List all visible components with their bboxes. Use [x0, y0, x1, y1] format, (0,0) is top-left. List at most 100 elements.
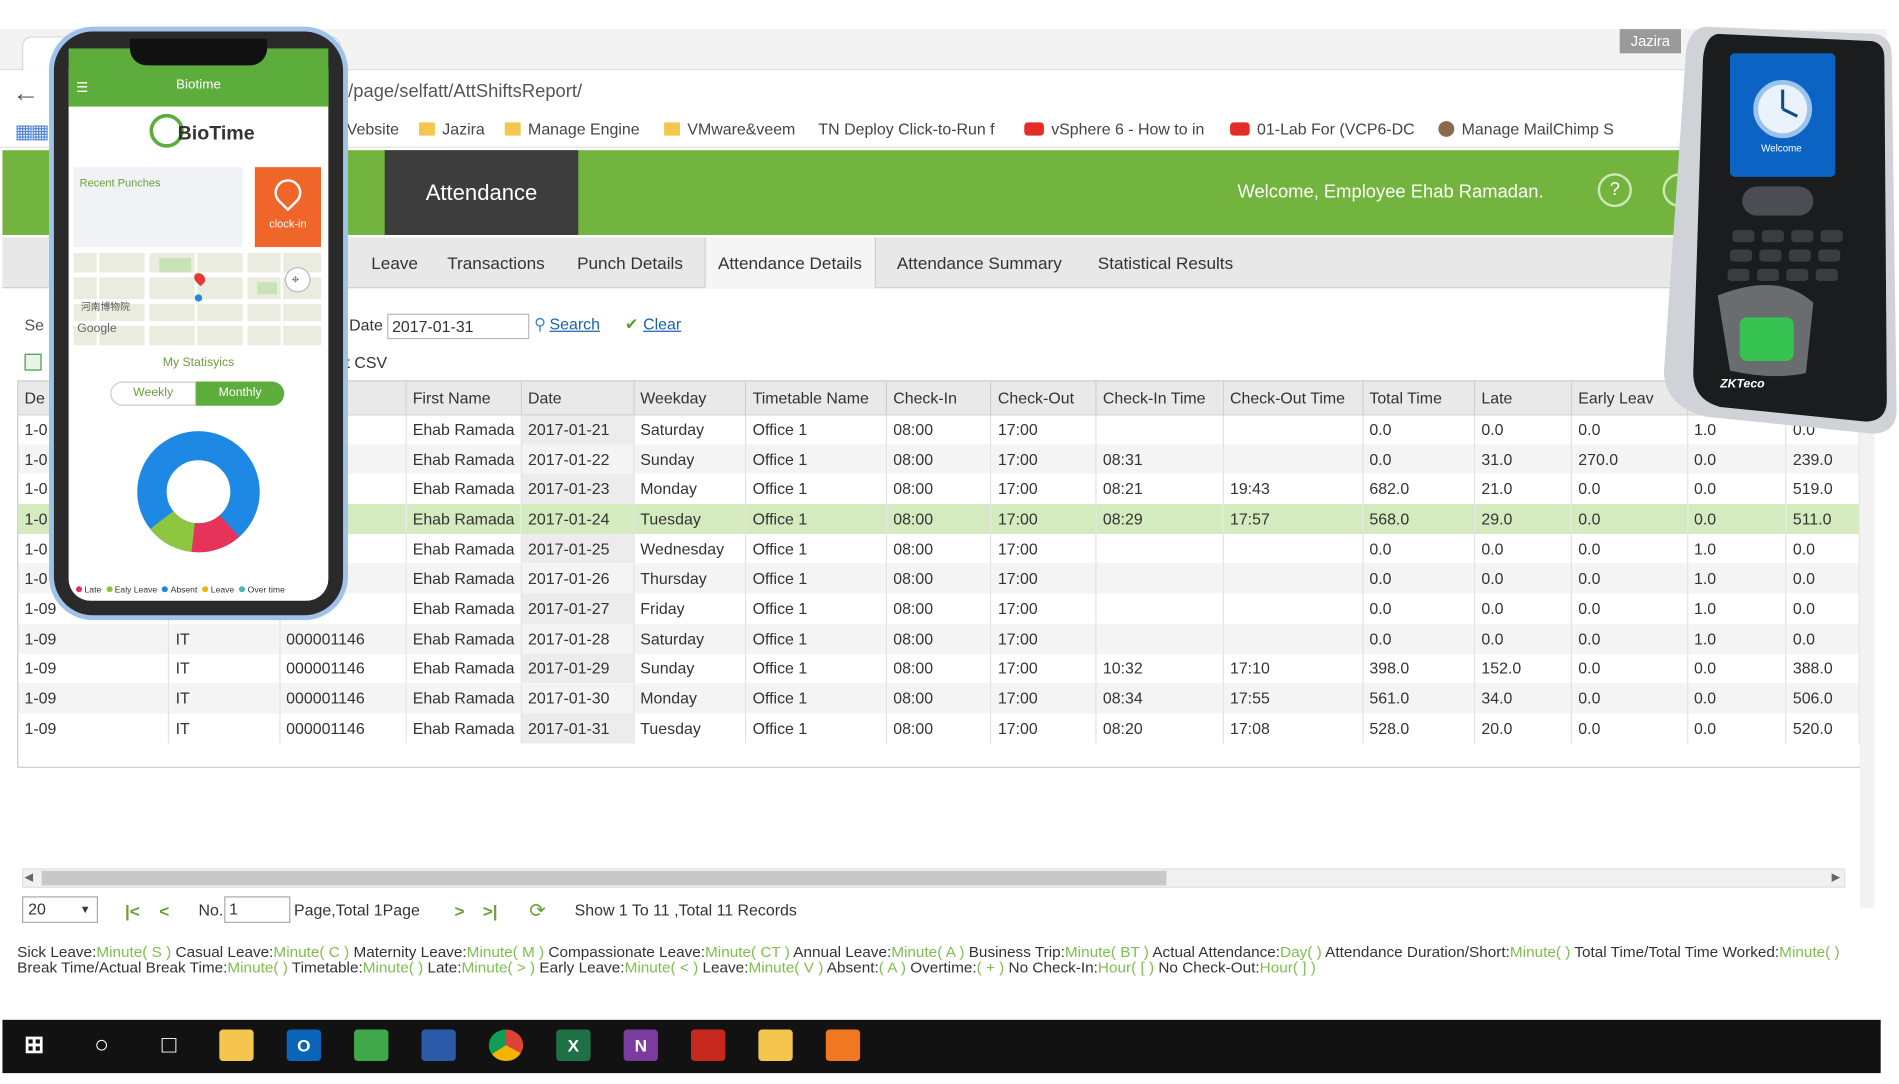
- column-header[interactable]: Late: [1474, 381, 1573, 415]
- table-row[interactable]: 1-09 IT 000001146 Ehab Ramada 2017-01-31 Tues…: [18, 713, 1860, 744]
- file-explorer-icon[interactable]: [219, 1029, 254, 1062]
- submenu-attendance-details[interactable]: Attendance Details: [704, 237, 876, 289]
- bookmark-item[interactable]: VMware&veem: [664, 120, 795, 138]
- bookmark-item[interactable]: vSphere 6 - How to in: [1024, 120, 1204, 138]
- vertical-scrollbar[interactable]: [1859, 411, 1875, 909]
- task-view-icon[interactable]: □: [152, 1030, 186, 1061]
- bookmark-item[interactable]: 01-Lab For (VCP6-DC: [1230, 120, 1415, 138]
- prev-page-button[interactable]: <: [159, 901, 169, 920]
- table-cell: 0.0: [1571, 713, 1688, 744]
- table-cell: Monday: [633, 683, 747, 714]
- folder-icon[interactable]: [758, 1029, 793, 1062]
- bookmark-item[interactable]: Manage Engine: [504, 120, 640, 138]
- outlook-icon[interactable]: O: [286, 1029, 322, 1062]
- bookmark-item[interactable]: TN Deploy Click-to-Run f: [818, 120, 994, 138]
- page-size-select[interactable]: 20 ▼: [22, 896, 99, 923]
- table-cell: 08:00: [886, 533, 992, 564]
- scrollbar-thumb[interactable]: [41, 870, 1167, 886]
- column-header[interactable]: Total Time: [1362, 381, 1476, 415]
- table-cell: 0.0: [1571, 503, 1688, 534]
- table-cell: 0.0: [1687, 713, 1787, 744]
- search-button[interactable]: ⚲ Search: [534, 315, 600, 334]
- table-cell: 08:00: [886, 414, 992, 445]
- table-cell: [1096, 563, 1224, 594]
- locate-me-icon[interactable]: ⌖: [292, 273, 300, 289]
- submenu-leave[interactable]: Leave: [359, 237, 430, 288]
- page-total-text: Page,Total 1Page: [294, 901, 420, 920]
- recent-punches-card[interactable]: Recent Punches: [73, 167, 243, 248]
- legend-unit: Minute( ): [227, 959, 288, 977]
- bookmark-item[interactable]: Manage MailChimp S: [1438, 120, 1614, 138]
- column-header[interactable]: Date: [521, 381, 635, 415]
- table-cell: Friday: [633, 593, 747, 624]
- bookmark-item[interactable]: Vebsite: [347, 120, 399, 138]
- excel-sync-icon[interactable]: [354, 1029, 389, 1062]
- app-icon[interactable]: [825, 1029, 861, 1062]
- export-csv-button[interactable]: t CSV: [346, 354, 388, 372]
- table-cell: IT: [168, 683, 281, 714]
- last-page-button[interactable]: >|: [483, 901, 498, 920]
- first-page-button[interactable]: |<: [125, 901, 140, 920]
- table-cell: [1223, 444, 1364, 475]
- table-row[interactable]: 1-09 IT 000001146 Ehab Ramada 2017-01-29 Sund…: [18, 653, 1860, 684]
- table-cell: IT: [168, 653, 281, 684]
- csv-icon[interactable]: [24, 353, 42, 371]
- chrome-icon[interactable]: [488, 1029, 524, 1062]
- submenu-statistical-results[interactable]: Statistical Results: [1086, 237, 1246, 288]
- bookmark-item[interactable]: Jazira: [419, 120, 485, 138]
- module-tab-attendance[interactable]: Attendance: [384, 150, 579, 235]
- table-cell: 0.0: [1474, 623, 1573, 654]
- apps-grid-icon[interactable]: ▦▦: [15, 120, 50, 144]
- youtube-icon: [1230, 122, 1250, 136]
- next-page-button[interactable]: >: [455, 901, 465, 920]
- table-cell: 000001146: [279, 623, 407, 654]
- taskbar: [2, 1019, 1881, 1074]
- column-header[interactable]: Weekday: [633, 381, 747, 415]
- onenote-icon[interactable]: N: [623, 1029, 658, 1062]
- table-row[interactable]: 1-09 IT 000001146 Ehab Ramada 2017-01-30 Mond…: [18, 683, 1860, 714]
- remote-desktop-icon[interactable]: [421, 1029, 456, 1062]
- table-cell: 17:00: [991, 713, 1097, 744]
- back-arrow-icon[interactable]: ←: [12, 78, 39, 109]
- column-header[interactable]: Check-In Time: [1096, 381, 1224, 415]
- column-header[interactable]: First Name: [405, 381, 522, 415]
- table-cell: Sunday: [633, 653, 747, 684]
- table-cell: 21.0: [1474, 474, 1573, 504]
- table-cell: 000001146: [279, 683, 407, 714]
- table-cell: Saturday: [633, 623, 747, 654]
- table-cell: 0.0: [1362, 623, 1476, 654]
- scroll-right-icon[interactable]: ▶: [1832, 871, 1840, 884]
- legend-unit: Minute( C ): [273, 943, 350, 961]
- table-cell: Sunday: [633, 444, 747, 475]
- submenu-transactions[interactable]: Transactions: [435, 237, 557, 288]
- date-input[interactable]: [387, 313, 530, 340]
- url-text[interactable]: t/page/selfatt/AttShiftsReport/: [343, 81, 582, 102]
- legend-text: Sick Leave:Minute( S ) Casual Leave:Minu…: [17, 943, 1861, 977]
- scroll-left-icon[interactable]: ◀: [25, 871, 33, 884]
- filter-label: Se: [24, 316, 44, 335]
- submenu-punch-details[interactable]: Punch Details: [565, 237, 695, 288]
- refresh-icon[interactable]: ⟳: [529, 899, 545, 923]
- column-header[interactable]: Timetable Name: [745, 381, 888, 415]
- column-header[interactable]: Check-In: [886, 381, 992, 415]
- table-row[interactable]: 1-09 IT 000001146 Ehab Ramada 2017-01-28 Satu…: [18, 623, 1860, 654]
- legend-label: No Check-In:: [1008, 959, 1098, 977]
- folder-icon: [504, 122, 521, 136]
- table-cell: 0.0: [1687, 683, 1787, 714]
- legend-unit: Hour( [ ): [1097, 959, 1155, 977]
- page-number-input[interactable]: 1: [224, 896, 291, 923]
- excel-icon[interactable]: X: [556, 1029, 591, 1062]
- table-cell: 08:20: [1096, 713, 1224, 744]
- column-header[interactable]: Check-Out Time: [1223, 381, 1364, 415]
- help-icon[interactable]: ?: [1597, 173, 1632, 208]
- column-header[interactable]: Check-Out: [991, 381, 1097, 415]
- acrobat-icon[interactable]: [691, 1029, 726, 1062]
- start-icon[interactable]: ⊞: [17, 1030, 51, 1061]
- clear-button[interactable]: ✔ Clear: [625, 315, 681, 334]
- search-icon[interactable]: ○: [85, 1030, 119, 1061]
- legend-label: Compassionate Leave:: [548, 943, 706, 961]
- submenu-attendance-summary[interactable]: Attendance Summary: [885, 237, 1074, 288]
- table-cell: Thursday: [633, 563, 747, 594]
- monthly-toggle[interactable]: Monthly: [196, 381, 285, 406]
- weekly-toggle[interactable]: Weekly: [110, 381, 197, 406]
